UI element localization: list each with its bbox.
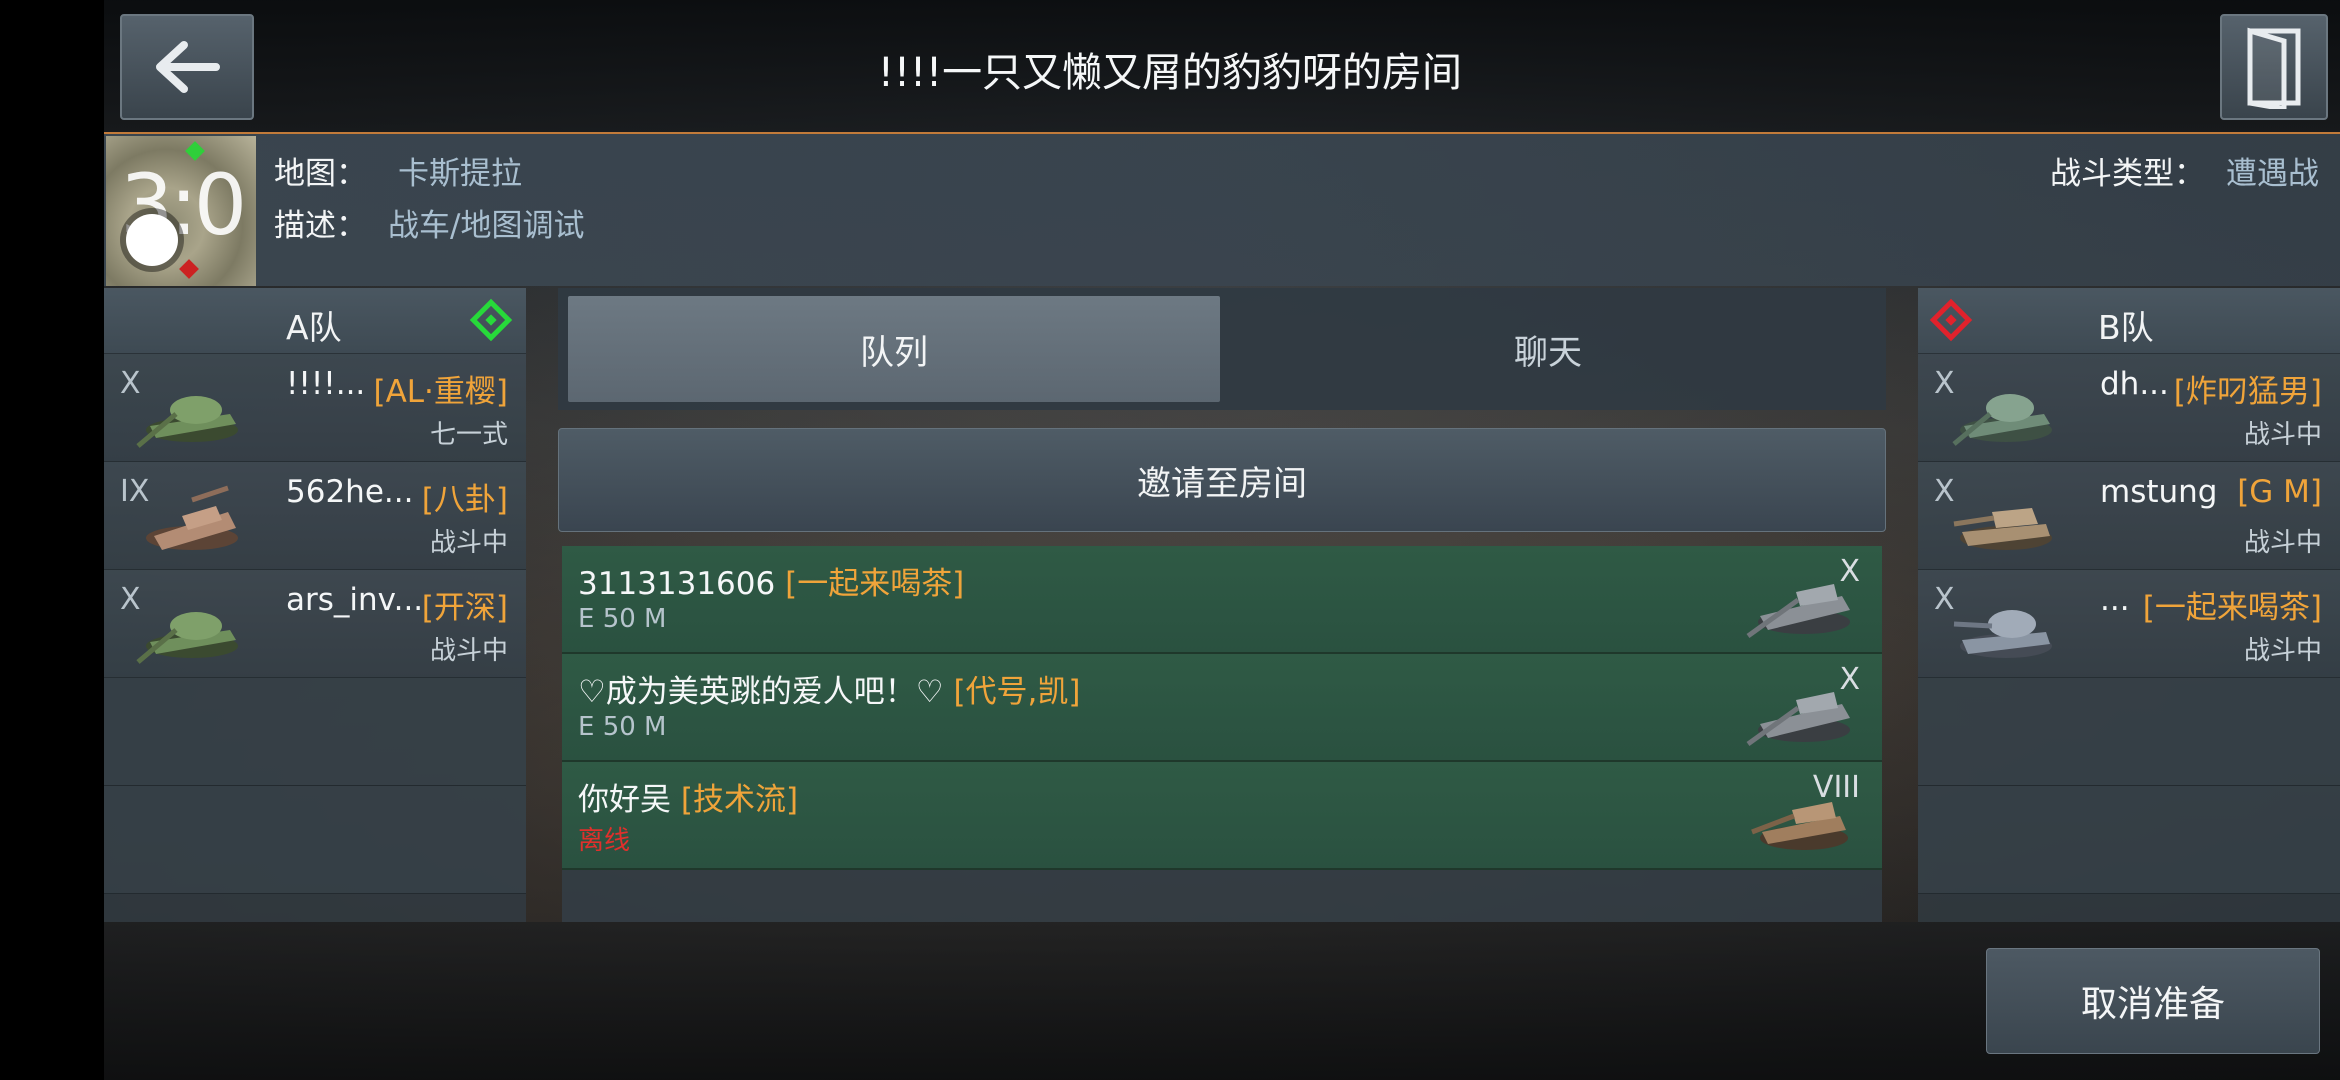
queue-tank-name: E 50 M: [578, 712, 667, 742]
team-b-header: B队: [1918, 288, 2340, 354]
empty-slot[interactable]: [104, 786, 526, 894]
empty-slot[interactable]: [104, 678, 526, 786]
door-exit-icon: [2247, 27, 2301, 109]
team-b-panel: B队 X dh... [炸叼猛男] 战斗中 X mstung [G M] 战斗中…: [1918, 288, 2340, 922]
tab-chat[interactable]: 聊天: [1222, 296, 1874, 402]
tab-queue[interactable]: 队列: [568, 296, 1220, 402]
queue-tank-name: E 50 M: [578, 604, 667, 634]
player-status: 战斗中: [2243, 528, 2322, 558]
player-slot[interactable]: X !!!!... [AL·重樱] 七一式: [104, 354, 526, 462]
player-name: ars_inv...: [286, 582, 424, 618]
tank-icon: [136, 612, 238, 664]
player-slot[interactable]: X mstung [G M] 战斗中: [1918, 462, 2340, 570]
player-clan: [一起来喝茶]: [2142, 590, 2322, 626]
queue-tank-tier: VIII: [1812, 770, 1860, 805]
player-name: mstung: [2100, 474, 2218, 510]
tab-bar: 队列 聊天: [558, 288, 1886, 410]
player-slot[interactable]: X ... [一起来喝茶] 战斗中: [1918, 570, 2340, 678]
team-b-name: B队: [2098, 308, 2154, 347]
player-name: 562he...: [286, 474, 414, 510]
player-slot[interactable]: X dh... [炸叼猛男] 战斗中: [1918, 354, 2340, 462]
queue-player-name: ♡成为美英跳的爱人吧！♡: [578, 674, 944, 710]
tank-icon: [1952, 394, 2052, 446]
queue-player-clan: [代号,凯]: [953, 674, 1081, 710]
tank-icon: [136, 396, 238, 448]
empty-slot[interactable]: [1918, 678, 2340, 786]
team-a-name: A队: [286, 308, 342, 347]
cancel-ready-button[interactable]: 取消准备: [1986, 948, 2320, 1054]
player-slot[interactable]: X ars_inv... [开深] 战斗中: [104, 570, 526, 678]
map-value: 卡斯提拉: [398, 156, 522, 192]
queue-player-clan: [技术流]: [680, 782, 799, 818]
player-name: ...: [2100, 582, 2130, 618]
team-a-panel: A队 X !!!!... [AL·重樱] 七一式 IX 562he... [八卦…: [104, 288, 526, 922]
red-team-diamond-icon: [1929, 298, 1973, 342]
map-thumbnail: 3:0: [106, 136, 256, 286]
tank-icon: [1953, 508, 2052, 550]
green-team-diamond-icon: [469, 298, 513, 342]
player-status: 战斗中: [429, 528, 508, 558]
center-panel: 队列 聊天 邀请至房间 3113131606 [一起来喝茶] E 50 M X …: [558, 288, 1886, 922]
queue-tank-tier: X: [1839, 662, 1860, 697]
player-clan: [八卦]: [421, 482, 508, 518]
player-slot[interactable]: IX 562he... [八卦] 战斗中: [104, 462, 526, 570]
queue-entry[interactable]: 3113131606 [一起来喝茶] E 50 M X: [562, 546, 1882, 654]
player-status: 战斗中: [2243, 420, 2322, 450]
battle-type-label: 战斗类型：: [2050, 156, 2205, 192]
queue-player-clan: [一起来喝茶]: [785, 566, 965, 602]
red-base-marker: [179, 259, 199, 279]
queue-list: 3113131606 [一起来喝茶] E 50 M X ♡成为美英跳的爱人吧！♡…: [562, 546, 1882, 922]
team-a-header: A队: [104, 288, 526, 354]
player-clan: [炸叼猛男]: [2173, 374, 2322, 410]
player-clan: [G M]: [2237, 474, 2322, 510]
tank-icon: [146, 485, 238, 550]
queue-player-name: 你好吴: [578, 782, 671, 818]
player-clan: [AL·重樱]: [373, 374, 508, 410]
invite-to-room-button[interactable]: 邀请至房间: [558, 428, 1886, 532]
player-name: dh...: [2100, 366, 2169, 402]
player-status: 战斗中: [2243, 636, 2322, 666]
description-value: 战车/地图调试: [388, 208, 585, 244]
player-name: !!!!...: [286, 366, 366, 402]
queue-entry[interactable]: ♡成为美英跳的爱人吧！♡ [代号,凯] E 50 M X: [562, 654, 1882, 762]
queue-player-offline-status: 离线: [578, 826, 631, 856]
room-title: !!!!一只又懒又屑的豹豹呀的房间: [877, 50, 1463, 96]
tank-icon: [1953, 610, 2052, 658]
battle-type-value: 遭遇战: [2226, 156, 2319, 192]
description-label: 描述：: [274, 208, 367, 244]
map-label: 地图：: [274, 156, 367, 192]
exit-room-button[interactable]: [2220, 14, 2328, 120]
minimap-cap-circle: [126, 214, 178, 266]
empty-slot[interactable]: [1918, 786, 2340, 894]
player-status: 七一式: [429, 420, 508, 450]
queue-player-name: 3113131606: [578, 566, 776, 602]
queue-tank-tier: X: [1839, 554, 1860, 589]
player-clan: [开深]: [421, 590, 508, 626]
player-status: 战斗中: [429, 636, 508, 666]
queue-entry[interactable]: 你好吴 [技术流] 离线 VIII: [562, 762, 1882, 870]
